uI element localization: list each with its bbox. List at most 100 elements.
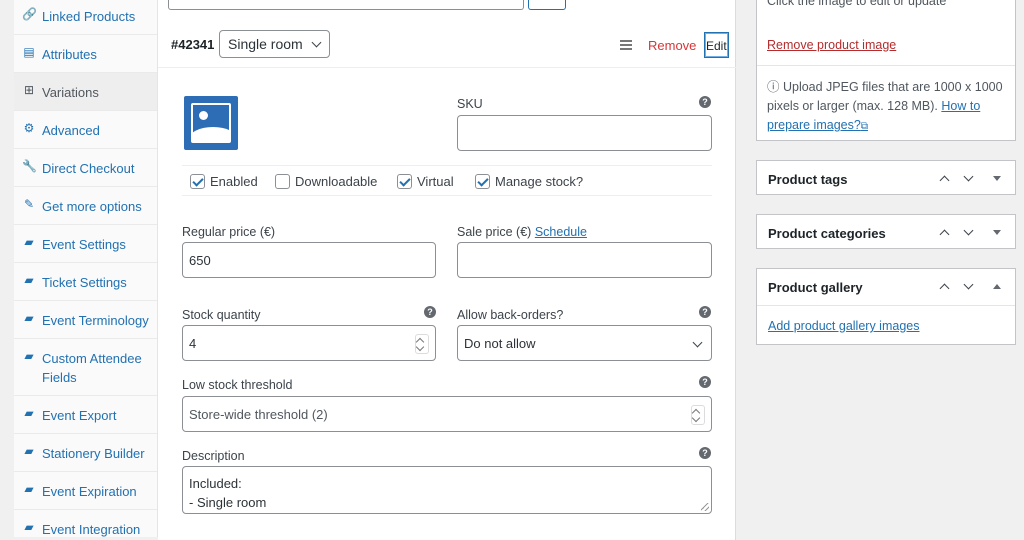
backorders-label: Allow back-orders?: [457, 308, 564, 322]
ticket-icon: ▰: [24, 235, 34, 249]
product-image-box: Click the image to edit or update Remove…: [756, 0, 1016, 141]
sale-price-input[interactable]: [457, 242, 712, 278]
low-stock-help-icon[interactable]: ?: [699, 376, 711, 388]
stock-quantity-stepper[interactable]: [415, 334, 429, 354]
resize-handle-icon[interactable]: [701, 503, 709, 511]
variation-panel: #42341 Single room Remove Edit SKU ? Ena…: [158, 0, 736, 540]
description-label: Description: [182, 449, 245, 463]
external-link-icon: ⧉: [860, 121, 868, 132]
sidebar-item-event-integration[interactable]: ▰ Event Integration: [14, 510, 157, 540]
plugin-icon: ✎: [23, 197, 35, 211]
sidebar-item-advanced[interactable]: ⚙ Advanced: [14, 111, 157, 149]
toggle-panel-icon[interactable]: [993, 176, 1001, 181]
move-down-icon[interactable]: [963, 279, 974, 290]
drag-handle-icon[interactable]: [620, 40, 632, 52]
ticket-icon: ▰: [24, 311, 34, 325]
sidebar-item-get-more-options[interactable]: ✎ Get more options: [14, 187, 157, 225]
sku-input[interactable]: [457, 115, 712, 151]
sidebar-item-event-expiration[interactable]: ▰ Event Expiration: [14, 472, 157, 510]
backorders-value: Do not allow: [464, 336, 536, 351]
product-data-tabs: 🔗 Linked Products ▤ Attributes ⊞ Variations ⚙ A…: [14, 0, 158, 537]
sale-price-label: Sale price (€) Schedule: [457, 225, 587, 239]
backorders-help-icon[interactable]: ?: [699, 306, 711, 318]
sku-label: SKU: [457, 97, 483, 111]
move-down-icon[interactable]: [963, 171, 974, 182]
sidebar-item-label: Variations: [42, 85, 99, 100]
top-input-edge[interactable]: [168, 0, 524, 10]
sidebar-item-ticket-settings[interactable]: ▰ Ticket Settings: [14, 263, 157, 301]
sidebar-item-label: Ticket Settings: [42, 275, 127, 290]
manage-stock-checkbox-label: Manage stock?: [495, 174, 584, 189]
low-stock-stepper[interactable]: [691, 405, 705, 425]
sidebar-item-label: Event Settings: [42, 237, 126, 252]
stock-quantity-help-icon[interactable]: ?: [424, 306, 436, 318]
remove-product-image-link[interactable]: Remove product image: [767, 38, 896, 52]
downloadable-checkbox[interactable]: Downloadable: [275, 174, 377, 189]
edit-variation-button[interactable]: Edit: [704, 32, 729, 58]
sidebar-item-stationery-builder[interactable]: ▰ Stationery Builder: [14, 434, 157, 472]
variation-attribute-value: Single room: [228, 36, 303, 52]
image-icon: [191, 103, 231, 143]
stock-quantity-input[interactable]: 4: [182, 325, 436, 361]
product-tags-title[interactable]: Product tags: [768, 172, 847, 187]
sidebar-item-label: Direct Checkout: [42, 161, 135, 176]
variation-image-placeholder[interactable]: [184, 96, 238, 150]
sidebar-item-label: Get more options: [42, 199, 142, 214]
gear-icon: ⚙: [23, 121, 35, 135]
move-up-icon[interactable]: [939, 175, 950, 186]
image-edit-hint: Click the image to edit or update: [767, 0, 947, 8]
low-stock-placeholder: Store-wide threshold (2): [189, 407, 328, 422]
product-gallery-box: Product gallery Add product gallery imag…: [756, 268, 1016, 345]
regular-price-label: Regular price (€): [182, 225, 276, 239]
move-down-icon[interactable]: [963, 225, 974, 236]
sidebar-item-label: Event Export: [42, 408, 117, 423]
chevron-down-icon: [692, 337, 703, 348]
toggle-panel-icon[interactable]: [993, 284, 1001, 289]
sku-help-icon[interactable]: ?: [699, 96, 711, 108]
virtual-checkbox[interactable]: Virtual: [397, 174, 454, 189]
remove-variation-link[interactable]: Remove: [648, 38, 696, 53]
variation-attribute-select[interactable]: Single room: [219, 30, 330, 58]
grid-icon: ⊞: [23, 83, 35, 97]
stock-quantity-label: Stock quantity: [182, 308, 261, 322]
top-button-edge[interactable]: [528, 0, 566, 10]
virtual-checkbox-label: Virtual: [417, 174, 454, 189]
sidebar-item-direct-checkout[interactable]: 🔧 Direct Checkout: [14, 149, 157, 187]
description-help-icon[interactable]: ?: [699, 447, 711, 459]
sidebar-item-custom-attendee-fields[interactable]: ▰ Custom Attendee Fields: [14, 339, 157, 396]
downloadable-checkbox-label: Downloadable: [295, 174, 378, 189]
toggle-panel-icon[interactable]: [993, 230, 1001, 235]
sidebar-item-event-terminology[interactable]: ▰ Event Terminology: [14, 301, 157, 339]
ticket-icon: ▰: [24, 482, 34, 496]
add-gallery-images-link[interactable]: Add product gallery images: [768, 319, 919, 333]
sidebar-item-event-export[interactable]: ▰ Event Export: [14, 396, 157, 434]
low-stock-input[interactable]: Store-wide threshold (2): [182, 396, 712, 432]
wrench-icon: 🔧: [22, 159, 37, 173]
sidebar-item-label: Event Integration: [42, 522, 141, 537]
enabled-checkbox[interactable]: Enabled: [190, 174, 258, 189]
manage-stock-checkbox[interactable]: Manage stock?: [475, 174, 583, 189]
sidebar-item-attributes[interactable]: ▤ Attributes: [14, 35, 157, 73]
downloadable-checkbox-box: [275, 174, 290, 189]
product-categories-title[interactable]: Product categories: [768, 226, 886, 241]
ticket-icon: ▰: [24, 406, 34, 420]
description-textarea[interactable]: Included: - Single room: [182, 466, 712, 514]
move-up-icon[interactable]: [939, 283, 950, 294]
schedule-link[interactable]: Schedule: [535, 225, 587, 239]
backorders-select[interactable]: Do not allow: [457, 325, 712, 361]
ticket-icon: ▰: [24, 520, 34, 534]
sidebar-item-event-settings[interactable]: ▰ Event Settings: [14, 225, 157, 263]
product-tags-box: Product tags: [756, 160, 1016, 195]
sale-price-label-text: Sale price (€): [457, 225, 532, 239]
description-line: - Single room: [189, 495, 267, 510]
product-gallery-title[interactable]: Product gallery: [768, 280, 863, 295]
chevron-down-icon: [311, 37, 322, 48]
enabled-checkbox-label: Enabled: [210, 174, 258, 189]
sidebar-item-linked-products[interactable]: 🔗 Linked Products: [14, 0, 157, 35]
sidebar-item-variations[interactable]: ⊞ Variations: [14, 73, 157, 111]
ticket-icon: ▰: [24, 349, 34, 363]
move-up-icon[interactable]: [939, 229, 950, 240]
sidebar-item-label: Stationery Builder: [42, 446, 145, 461]
variation-options-row: Enabled Downloadable Virtual Manage stoc…: [182, 165, 712, 196]
regular-price-input[interactable]: 650: [182, 242, 436, 278]
